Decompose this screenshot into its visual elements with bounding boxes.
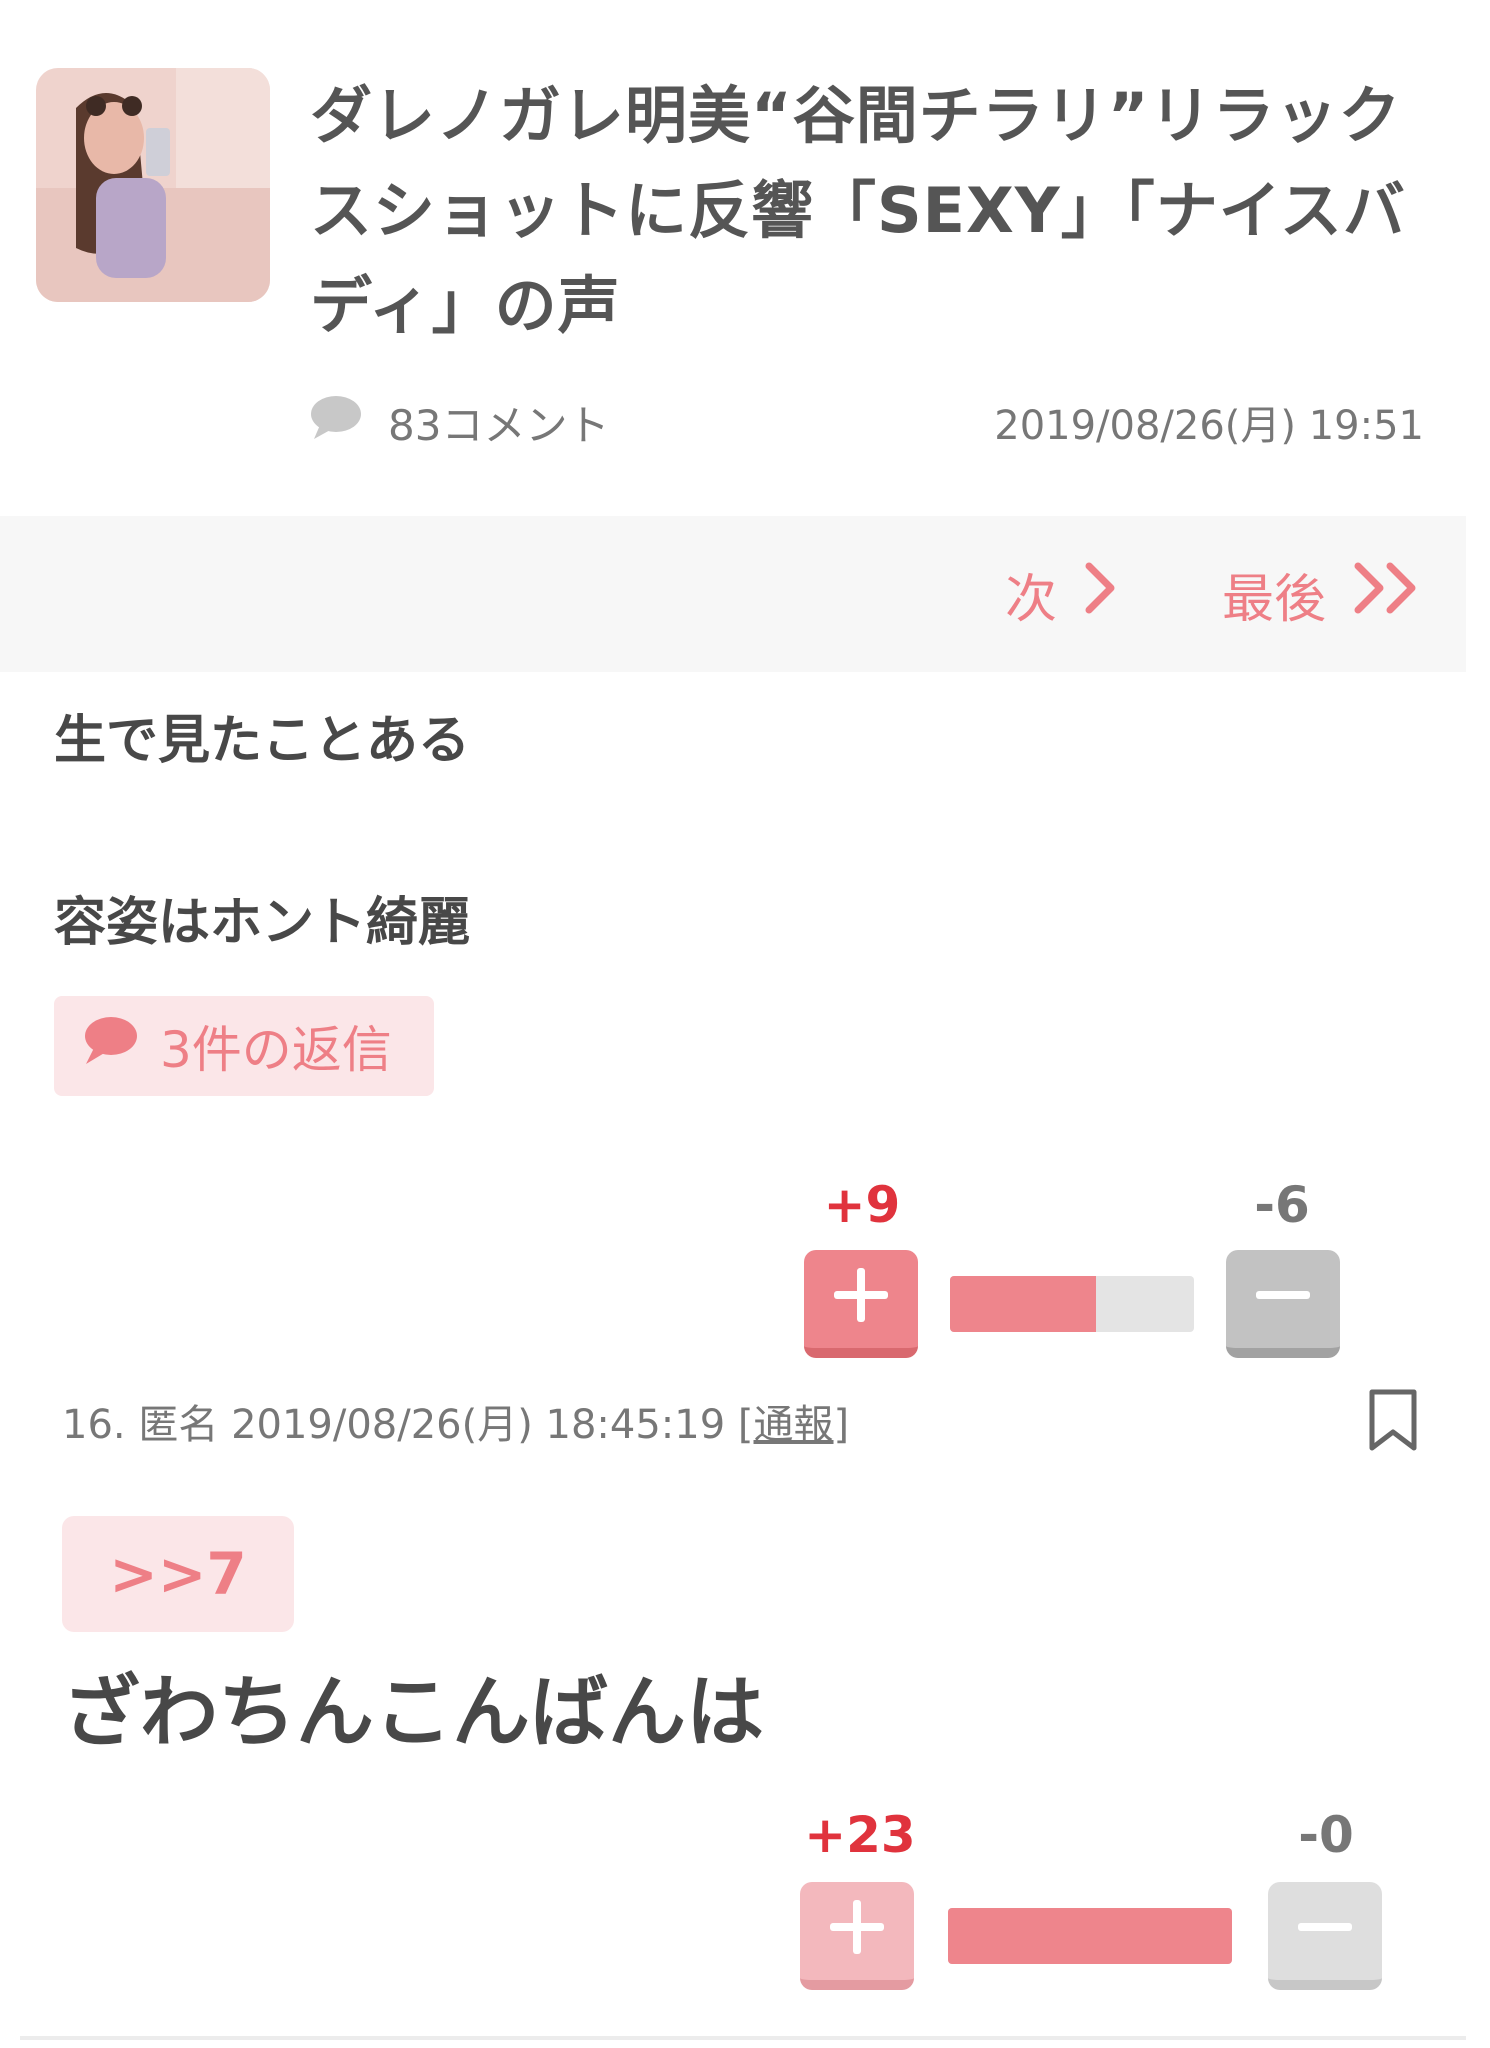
minus-count: -0 [1298, 1806, 1354, 1864]
vote-ratio-bar [950, 1276, 1194, 1332]
plus-count: +23 [804, 1806, 916, 1864]
divider [20, 2036, 1466, 2040]
comment-text-line: 生で見たことある [54, 711, 471, 771]
vote-ratio-fill [948, 1908, 1232, 1964]
next-page-link[interactable]: 次 [1005, 516, 1117, 672]
comment-count-label: 83コメント [388, 400, 610, 450]
minus-icon [1256, 1291, 1310, 1299]
speech-bubble-icon [310, 395, 362, 449]
plus-vote-button[interactable] [800, 1882, 914, 1990]
comment-number: 16. [62, 1402, 126, 1448]
last-label: 最後 [1222, 569, 1327, 630]
comment-text: ざわちんこんばんは [62, 1668, 765, 1758]
vote-ratio-bar [948, 1908, 1232, 1964]
comment-meta: 16. 匿名 2019/08/26(月) 18:45:19 [通報] [62, 1392, 849, 1450]
comment-author: 匿名 [138, 1402, 219, 1448]
replies-button[interactable]: 3件の返信 [54, 996, 434, 1096]
minus-icon [1298, 1923, 1352, 1931]
comment-count[interactable]: 83コメント [310, 392, 609, 452]
report-label: 通報 [753, 1402, 834, 1448]
plus-vote-button[interactable] [804, 1250, 918, 1358]
pagination-bar: 次 最後 [0, 516, 1466, 672]
plus-count: +9 [823, 1176, 901, 1234]
next-label: 次 [1005, 569, 1058, 630]
last-page-link[interactable]: 最後 [1222, 516, 1422, 672]
minus-vote-button[interactable] [1226, 1250, 1340, 1358]
minus-vote-button[interactable] [1268, 1882, 1382, 1990]
article-title[interactable]: ダレノガレ明美“谷間チラリ”リラックスショットに反響「SEXY」「ナイスバディ」… [310, 68, 1420, 353]
chevron-right-icon [1083, 560, 1117, 629]
bookmark-icon[interactable] [1366, 1388, 1420, 1454]
comment-datetime: 2019/08/26(月) 18:45:19 [231, 1402, 726, 1448]
comment-text-line: 容姿はホント綺麗 [54, 893, 471, 953]
reply-anchor-link[interactable]: >>7 [62, 1516, 294, 1632]
article-thumbnail[interactable] [36, 68, 270, 302]
vote-ratio-fill [950, 1276, 1097, 1332]
speech-bubble-icon [82, 1016, 138, 1076]
minus-count: -6 [1254, 1176, 1310, 1234]
double-chevron-right-icon [1352, 560, 1422, 629]
replies-label: 3件の返信 [160, 1021, 392, 1079]
report-link[interactable]: [通報] [738, 1402, 849, 1448]
article-date: 2019/08/26(月) 19:51 [994, 403, 1424, 449]
